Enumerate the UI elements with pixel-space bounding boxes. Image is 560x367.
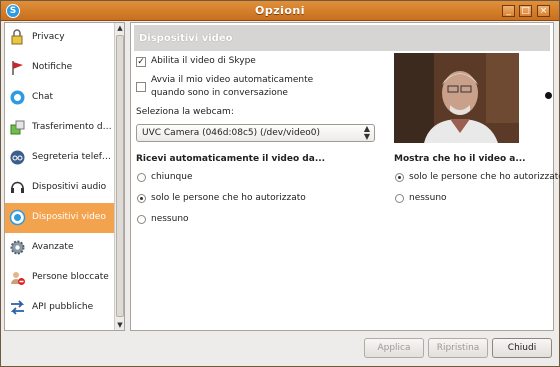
- file-transfer-icon: [10, 120, 25, 135]
- receive-nobody-label: nessuno: [151, 214, 189, 224]
- receive-authorized-radio[interactable]: [137, 194, 146, 203]
- sidebar-item-trasferimento[interactable]: Trasferimento di ...: [5, 113, 114, 143]
- show-nobody-radio[interactable]: [395, 194, 404, 203]
- webcam-select[interactable]: UVC Camera (046d:08c5) (/dev/video0) ▲ ▼: [136, 124, 375, 142]
- sidebar-item-audio[interactable]: Dispositivi audio: [5, 173, 114, 203]
- scroll-up-arrow-icon[interactable]: ▲: [115, 23, 125, 33]
- show-nobody-label: nessuno: [409, 193, 447, 203]
- video-devices-icon: [9, 209, 26, 226]
- sidebar-item-label: Dispositivi audio: [32, 182, 107, 192]
- options-sidebar: Privacy Notifiche Chat Trasferimento di …: [4, 22, 125, 331]
- receive-nobody-radio[interactable]: [137, 215, 146, 224]
- close-window-button[interactable]: ×: [537, 5, 550, 17]
- blocked-users-icon: [11, 272, 25, 285]
- audio-devices-icon: [11, 181, 24, 193]
- sidebar-item-label: Persone bloccate: [32, 272, 109, 282]
- flag-icon: [12, 61, 23, 75]
- autostart-video-checkbox[interactable]: [136, 82, 146, 92]
- window-title: Opzioni: [254, 4, 306, 17]
- sidebar-item-chat[interactable]: Chat: [5, 83, 114, 113]
- sidebar-item-label: API pubbliche: [32, 302, 94, 312]
- video-status-dot: [545, 92, 552, 99]
- webcam-label: Seleziona la webcam:: [136, 107, 234, 117]
- show-video-title: Mostra che ho il video a...: [394, 154, 526, 164]
- sidebar-item-label: Avanzate: [32, 242, 74, 252]
- updown-arrows-icon: ▲ ▼: [363, 124, 370, 141]
- sidebar-item-video[interactable]: Dispositivi video: [5, 203, 114, 233]
- sidebar-item-label: Chat: [32, 92, 54, 102]
- receive-anyone-label: chiunque: [151, 172, 193, 182]
- sidebar-item-label: Trasferimento di ...: [32, 122, 112, 132]
- autostart-video-label-2: quando sono in conversazione: [151, 88, 288, 98]
- sidebar-item-api[interactable]: API pubbliche: [5, 293, 114, 323]
- scroll-thumb[interactable]: [116, 35, 124, 317]
- sidebar-item-label: Segreteria telefo...: [32, 152, 112, 162]
- apply-button[interactable]: Applica: [364, 338, 424, 358]
- gear-icon: [10, 240, 25, 255]
- voicemail-icon: [10, 150, 25, 165]
- video-settings-panel: Dispositivi video ✓ Abilita il video di …: [130, 22, 560, 331]
- enable-video-label: Abilita il video di Skype: [151, 56, 256, 66]
- api-arrows-icon: [10, 300, 25, 315]
- sidebar-item-label: Dispositivi video: [32, 212, 106, 222]
- sidebar-item-label: Notifiche: [32, 62, 73, 72]
- category-list: Privacy Notifiche Chat Trasferimento di …: [5, 23, 114, 330]
- sidebar-item-segreteria[interactable]: Segreteria telefo...: [5, 143, 114, 173]
- options-window: S Opzioni _ □ × Privacy Notifiche Chat T…: [0, 0, 560, 367]
- maximize-button[interactable]: □: [519, 5, 532, 17]
- panel-header: Dispositivi video: [134, 25, 550, 51]
- panel-title: Dispositivi video: [139, 33, 233, 44]
- title-bar[interactable]: S Opzioni _ □ ×: [1, 1, 559, 21]
- show-authorized-label: solo le persone che ho autorizzato: [409, 172, 560, 182]
- sidebar-item-avanzate[interactable]: Avanzate: [5, 233, 114, 263]
- privacy-icon: [11, 29, 23, 45]
- webcam-preview: [394, 53, 519, 143]
- show-authorized-radio[interactable]: [395, 173, 404, 182]
- reset-button[interactable]: Ripristina: [428, 338, 488, 358]
- sidebar-item-notifiche[interactable]: Notifiche: [5, 53, 114, 83]
- enable-video-checkbox[interactable]: ✓: [136, 57, 146, 67]
- webcam-selected-value: UVC Camera (046d:08c5) (/dev/video0): [142, 128, 320, 138]
- sidebar-item-bloccate[interactable]: Persone bloccate: [5, 263, 114, 293]
- receive-authorized-label: solo le persone che ho autorizzato: [151, 193, 306, 203]
- autostart-video-label: Avvia il mio video automaticamente: [151, 75, 314, 85]
- minimize-button[interactable]: _: [502, 5, 515, 17]
- receive-anyone-radio[interactable]: [137, 173, 146, 182]
- sidebar-scrollbar[interactable]: ▲ ▼: [114, 23, 124, 330]
- scroll-down-arrow-icon[interactable]: ▼: [115, 320, 125, 330]
- sidebar-item-label: Privacy: [32, 32, 65, 42]
- close-button[interactable]: Chiudi: [492, 338, 552, 358]
- chat-icon: [10, 90, 25, 105]
- sidebar-item-privacy[interactable]: Privacy: [5, 23, 114, 53]
- receive-video-title: Ricevi automaticamente il video da...: [136, 154, 326, 164]
